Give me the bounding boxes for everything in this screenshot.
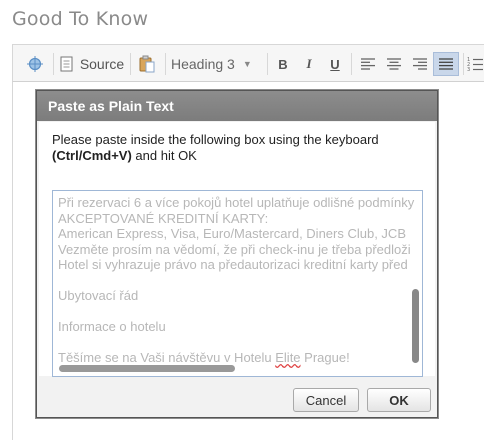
editor-content-right (438, 82, 484, 440)
paste-plain-text-dialog: Paste as Plain Text Please paste inside … (36, 90, 438, 418)
spellcheck-word: Elite (275, 350, 301, 365)
pasted-line-blank (58, 335, 408, 351)
source-button[interactable]: Source (57, 52, 127, 76)
page-title: Good To Know (12, 8, 149, 30)
numbered-list-icon[interactable]: 123 (465, 52, 484, 76)
vertical-scrollbar[interactable] (412, 289, 419, 363)
pasted-line: Při rezervaci 6 a více pokojů hotel upla… (58, 195, 415, 210)
editor-toolbar: Source Heading 3 ▼ B I U 123 (12, 44, 484, 82)
italic-button[interactable]: I (297, 52, 321, 76)
document-icon (60, 56, 73, 72)
source-label: Source (79, 56, 125, 72)
align-justify-icon[interactable] (433, 52, 459, 76)
format-dropdown[interactable]: Heading 3 ▼ (171, 52, 263, 76)
paste-textarea[interactable]: Při rezervaci 6 a více pokojů hotel upla… (52, 190, 423, 377)
dialog-instruction: Please paste inside the following box us… (52, 132, 422, 164)
crosshair-icon (27, 56, 43, 72)
dialog-title[interactable]: Paste as Plain Text (37, 91, 437, 121)
pasted-line-last: Těšíme se na Vaši návštěvu v Hotelu Elit… (58, 350, 408, 366)
pasted-text: Při rezervaci 6 a více pokojů hotel upla… (58, 195, 415, 366)
instruction-shortcut: (Ctrl/Cmd+V) (52, 148, 132, 163)
pasted-line: Informace o hotelu (58, 319, 166, 334)
bold-button[interactable]: B (271, 52, 295, 76)
cancel-button[interactable]: Cancel (293, 388, 359, 412)
pasted-line: Ubytovací řád (58, 288, 139, 303)
pasted-line-blank (58, 304, 408, 320)
align-right-icon[interactable] (407, 52, 433, 76)
chevron-down-icon: ▼ (242, 59, 252, 69)
underline-button[interactable]: U (323, 52, 347, 76)
pasted-line-last-start: Těšíme se na Vaši návštěvu v Hotelu (58, 350, 276, 365)
instruction-prefix: Please paste inside the following box us… (52, 132, 379, 147)
svg-text:3: 3 (467, 67, 470, 71)
align-left-icon[interactable] (355, 52, 381, 76)
clipboard-icon (139, 55, 155, 73)
pasted-line: American Express, Visa, Euro/Mastercard,… (58, 226, 406, 241)
maximize-icon[interactable] (21, 52, 49, 76)
format-dropdown-value: Heading 3 (171, 56, 235, 72)
paste-button[interactable] (134, 52, 160, 76)
pasted-line: Hotel si vyhrazuje právo na předautoriza… (58, 257, 408, 272)
pasted-line: AKCEPTOVANÉ KREDITNÍ KARTY: (58, 210, 269, 226)
pasted-line: Vezměte prosím na vědomí, že při check-i… (58, 241, 411, 257)
horizontal-scrollbar[interactable] (59, 365, 235, 372)
pasted-line-blank (58, 273, 408, 289)
pasted-line-last-tail: Prague! (300, 350, 350, 365)
ok-button[interactable]: OK (367, 388, 431, 412)
align-center-icon[interactable] (381, 52, 407, 76)
instruction-suffix: and hit OK (131, 148, 197, 163)
